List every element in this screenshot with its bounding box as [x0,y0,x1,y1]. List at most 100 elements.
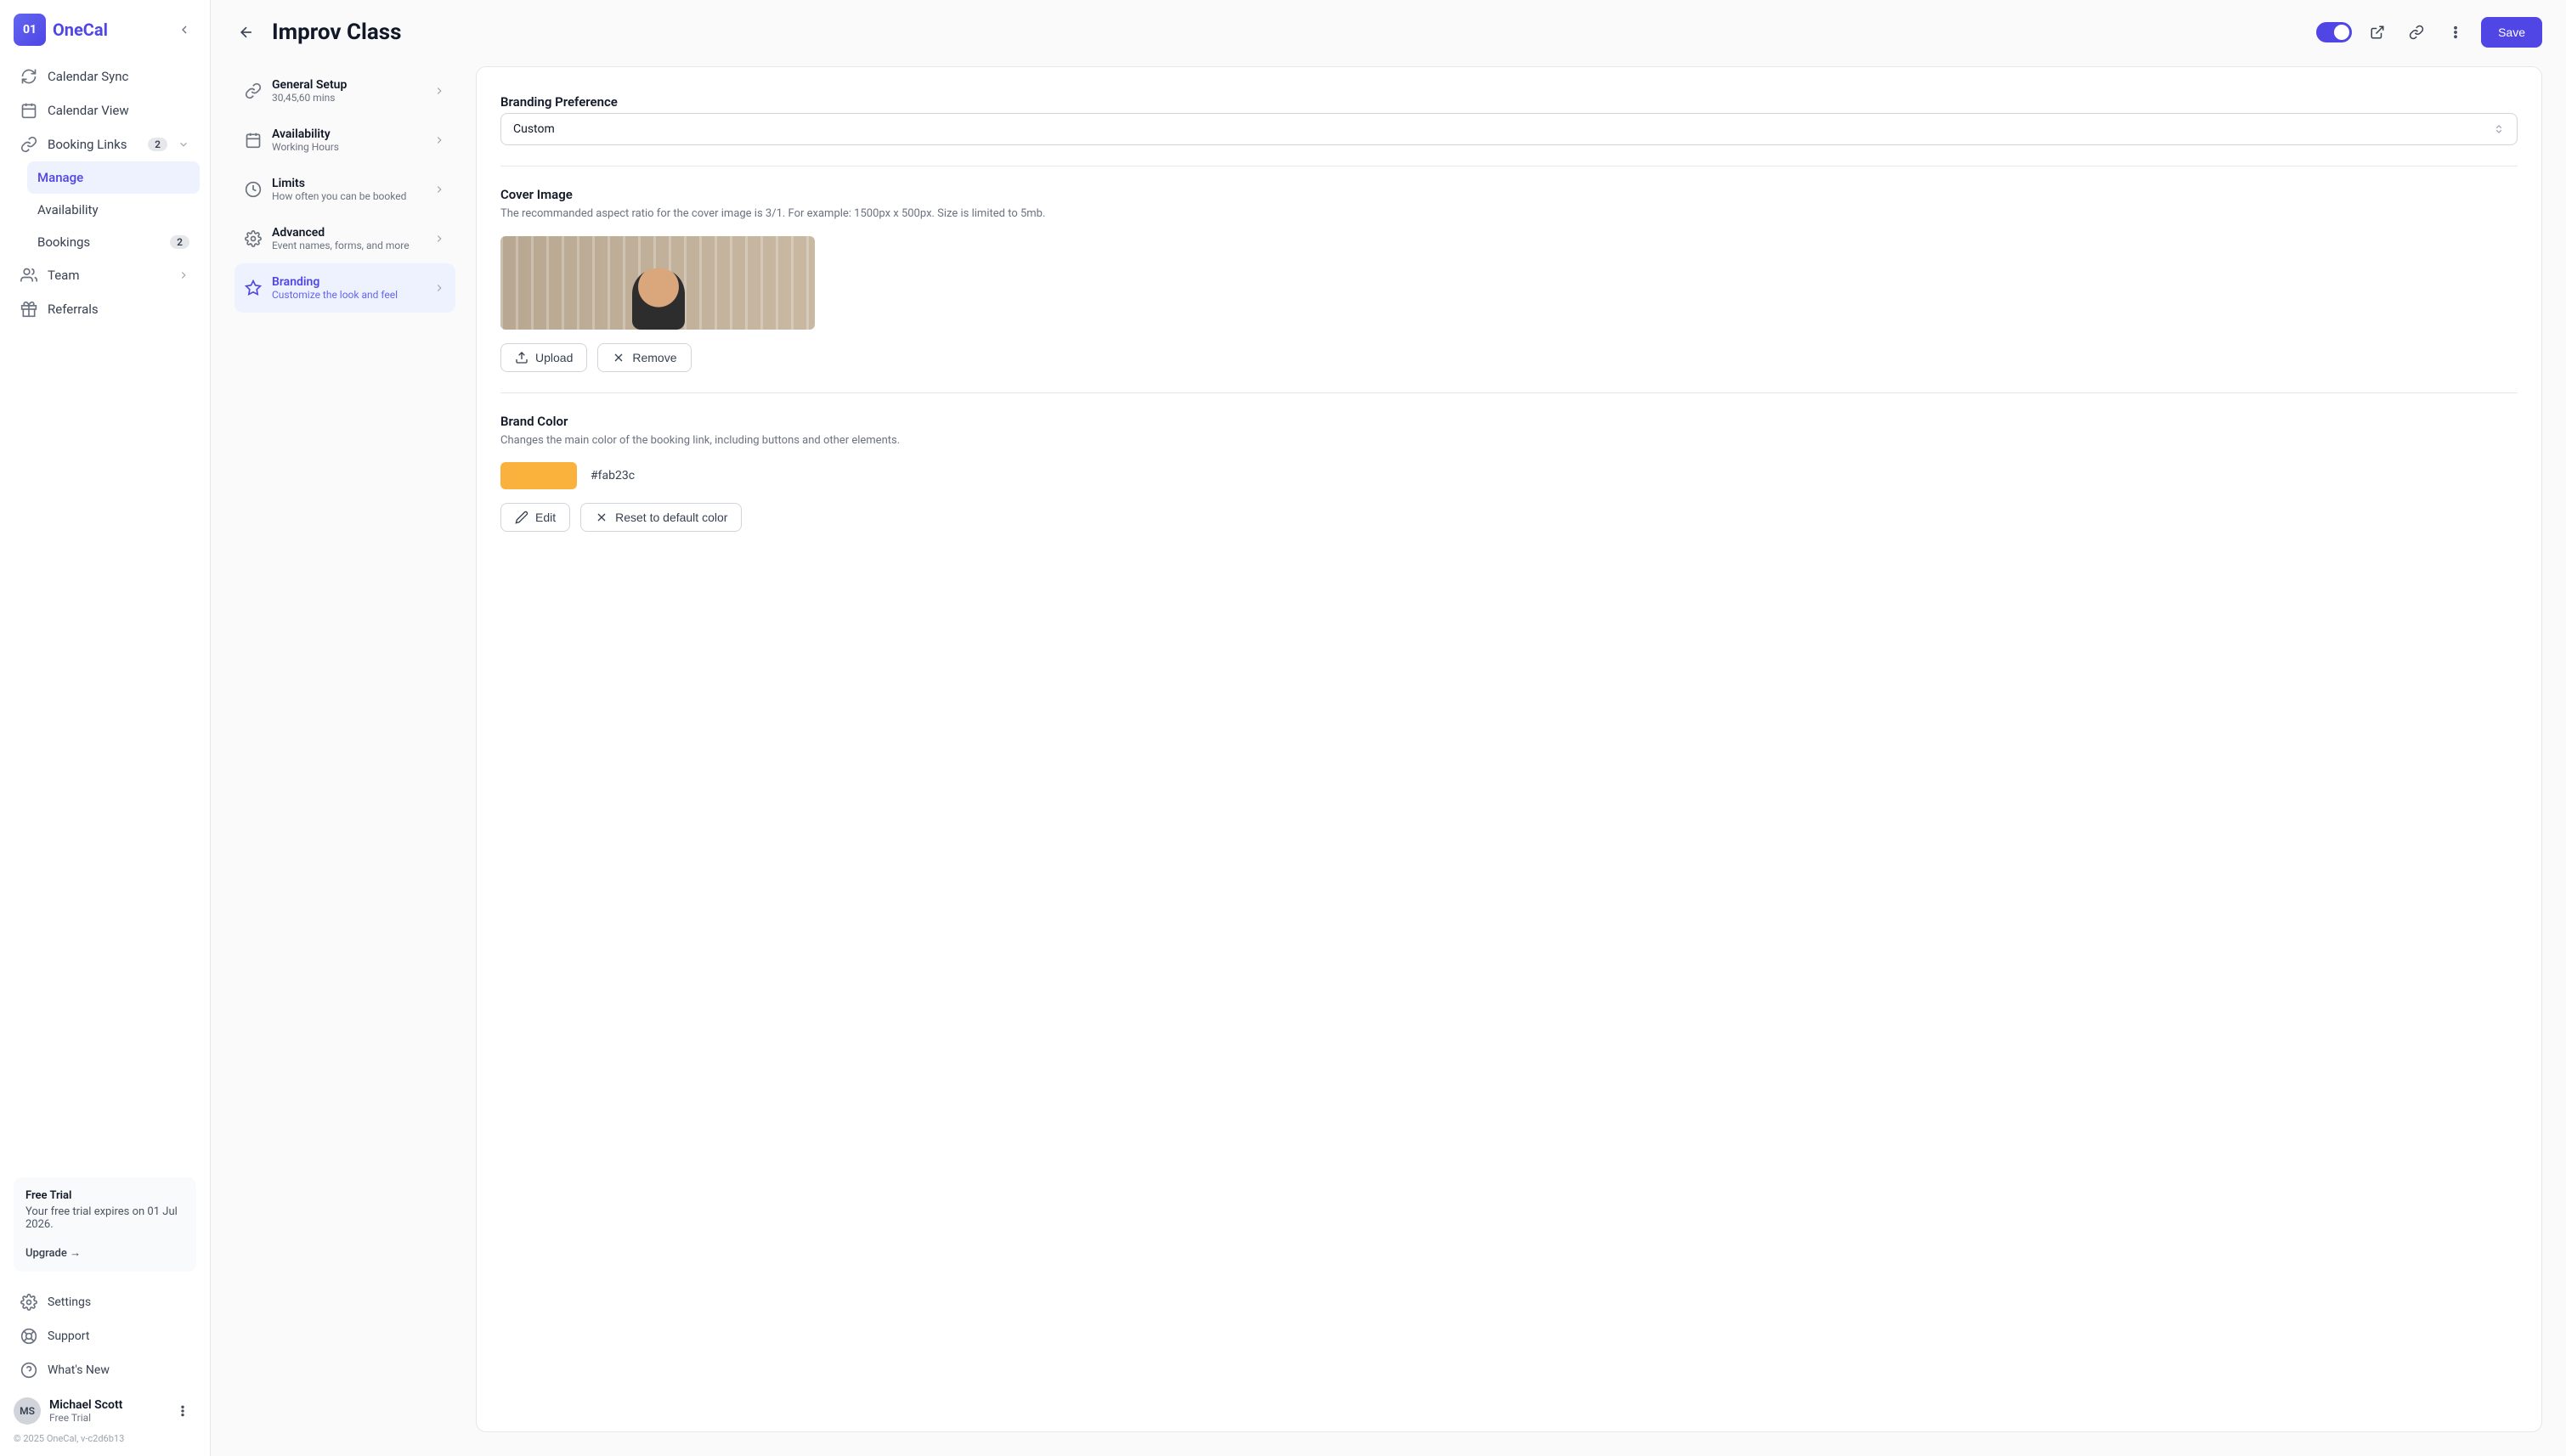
sidebar-item-referrals[interactable]: Referrals [10,292,200,326]
arrow-left-icon [238,24,255,41]
settings-item-general[interactable]: General Setup 30,45,60 mins [235,66,455,116]
sidebar-item-settings[interactable]: Settings [10,1285,200,1319]
star-icon [245,279,262,296]
settings-item-sub: How often you can be booked [272,190,423,202]
sync-icon [20,68,37,85]
sidebar-item-calendar-view[interactable]: Calendar View [10,93,200,127]
edit-color-button[interactable]: Edit [500,503,570,532]
chevron-right-icon [178,269,189,281]
sidebar-item-bookings[interactable]: Bookings 2 [27,226,200,258]
x-icon [595,511,608,524]
sidebar-item-whats-new[interactable]: What's New [10,1353,200,1387]
sidebar-item-label: Bookings [37,234,160,250]
link-icon [245,82,262,99]
settings-item-sub: Event names, forms, and more [272,240,423,251]
reset-color-button[interactable]: Reset to default color [580,503,742,532]
copy-link-button[interactable] [2403,19,2430,46]
calendar-icon [20,102,37,119]
x-icon [612,351,625,364]
sidebar: 01 OneCal Calendar Sync Calendar View Bo… [0,0,211,1456]
calendar-icon [245,132,262,149]
back-button[interactable] [235,20,258,44]
users-icon [20,267,37,284]
top-actions: Save [2316,17,2542,48]
settings-item-title: Branding [272,275,423,289]
upload-icon [515,351,528,364]
logo[interactable]: 01 OneCal [14,14,108,46]
button-label: Edit [535,511,556,524]
settings-item-sub: Working Hours [272,141,423,153]
section-sub: The recommanded aspect ratio for the cov… [500,206,2518,223]
sidebar-item-label: Support [48,1329,189,1343]
sidebar-item-label: Manage [37,170,189,185]
settings-item-texts: Limits How often you can be booked [272,177,423,202]
clock-icon [245,181,262,198]
section-cover-image: Cover Image The recommanded aspect ratio… [500,166,2518,392]
settings-item-texts: Branding Customize the look and feel [272,275,423,301]
topbar: Improv Class Save [211,0,2566,56]
settings-item-advanced[interactable]: Advanced Event names, forms, and more [235,214,455,263]
settings-item-title: Advanced [272,226,423,240]
chevron-right-icon [433,183,445,195]
sidebar-item-manage[interactable]: Manage [27,161,200,194]
sidebar-item-label: What's New [48,1363,189,1377]
settings-item-sub: 30,45,60 mins [272,92,423,104]
sidebar-item-label: Booking Links [48,137,138,152]
collapse-sidebar-button[interactable] [172,18,196,42]
link-icon [20,136,37,153]
logo-text: OneCal [53,20,108,40]
section-sub: Changes the main color of the booking li… [500,432,2518,449]
settings-item-branding[interactable]: Branding Customize the look and feel [235,263,455,313]
sidebar-item-booking-links[interactable]: Booking Links 2 [10,127,200,161]
save-button[interactable]: Save [2481,17,2542,48]
chevron-left-icon [178,23,191,37]
sidebar-item-label: Availability [37,202,189,217]
color-swatch [500,462,577,489]
profile-row: MS Michael Scott Free Trial [10,1387,200,1428]
booking-links-subnav: Manage Availability Bookings 2 [10,161,200,258]
sidebar-header: 01 OneCal [10,14,200,59]
profile-menu-button[interactable] [169,1397,196,1425]
gear-icon [20,1294,37,1311]
chevron-right-icon [433,233,445,245]
color-buttons: Edit Reset to default color [500,503,2518,532]
profile-plan: Free Trial [49,1412,161,1424]
copyright: © 2025 OneCal, v-c2d6b13 [10,1428,200,1449]
preference-select[interactable]: Custom [500,113,2518,145]
branding-panel: Branding Preference Custom Cover Image T… [476,66,2542,1432]
section-title: Cover Image [500,187,2518,202]
lifebuoy-icon [20,1328,37,1345]
upgrade-link[interactable]: Upgrade → [25,1246,184,1260]
bottom-nav: Settings Support What's New [10,1285,200,1387]
main-nav: Calendar Sync Calendar View Booking Link… [10,59,200,1164]
button-label: Remove [632,351,676,364]
settings-item-availability[interactable]: Availability Working Hours [235,116,455,165]
sidebar-item-support[interactable]: Support [10,1319,200,1353]
remove-button[interactable]: Remove [597,343,691,372]
page-title: Improv Class [272,20,2303,45]
settings-item-texts: Availability Working Hours [272,127,423,153]
avatar[interactable]: MS [14,1397,41,1425]
more-menu-button[interactable] [2442,19,2469,46]
pencil-icon [515,511,528,524]
settings-list: General Setup 30,45,60 mins Availability… [235,66,455,1432]
more-vertical-icon [2448,25,2463,40]
chevron-right-icon [433,282,445,294]
upload-button[interactable]: Upload [500,343,587,372]
section-title: Branding Preference [500,94,2518,110]
select-value: Custom [513,122,555,136]
trial-card: Free Trial Your free trial expires on 01… [14,1177,196,1272]
sidebar-item-label: Settings [48,1295,189,1309]
cover-image-preview [500,236,815,330]
sidebar-item-team[interactable]: Team [10,258,200,292]
sidebar-item-calendar-sync[interactable]: Calendar Sync [10,59,200,93]
open-external-button[interactable] [2364,19,2391,46]
settings-item-title: General Setup [272,78,423,92]
enable-toggle[interactable] [2316,22,2352,42]
sidebar-item-availability[interactable]: Availability [27,194,200,226]
badge: 2 [148,138,167,151]
section-preference: Branding Preference Custom [500,87,2518,166]
settings-item-title: Limits [272,177,423,190]
settings-item-limits[interactable]: Limits How often you can be booked [235,165,455,214]
gear-icon [245,230,262,247]
